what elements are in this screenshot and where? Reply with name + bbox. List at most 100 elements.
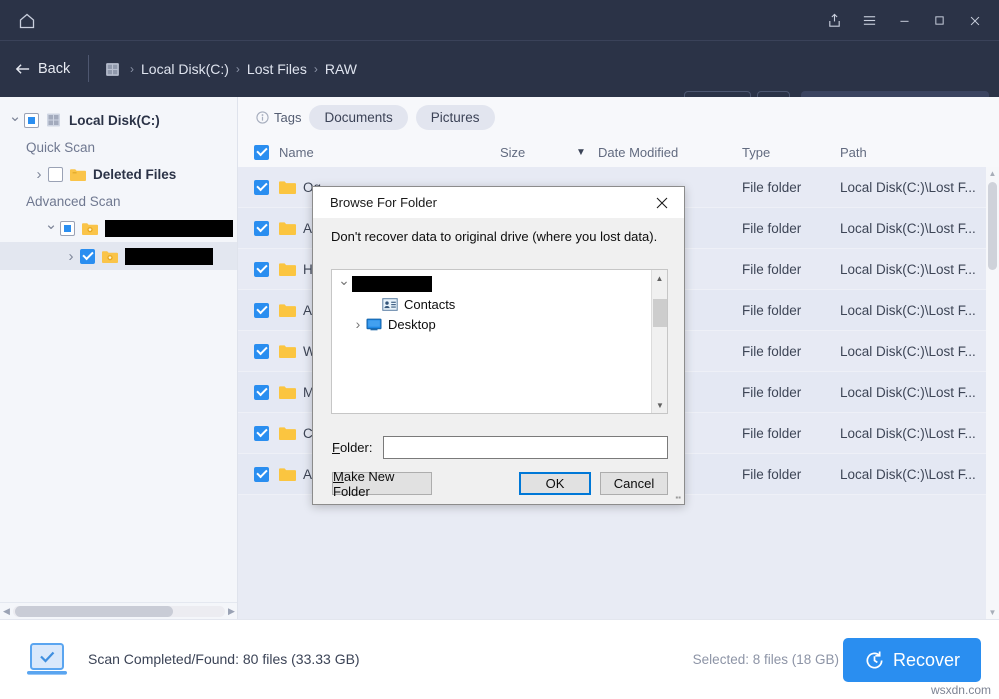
chevron-down-icon[interactable] bbox=[42, 219, 60, 237]
dialog-message: Don't recover data to original drive (wh… bbox=[331, 229, 658, 244]
folder-icon bbox=[279, 263, 296, 276]
drive-icon bbox=[47, 113, 60, 127]
maximize-icon[interactable] bbox=[923, 0, 956, 41]
chevron-right-icon[interactable] bbox=[30, 166, 48, 183]
chevron-down-icon[interactable] bbox=[336, 276, 352, 293]
breadcrumb-item-2[interactable]: RAW bbox=[325, 61, 357, 77]
chevron-right-icon[interactable] bbox=[62, 248, 80, 265]
folder-icon bbox=[279, 468, 296, 481]
row-checkbox[interactable] bbox=[254, 302, 269, 318]
dialog-title-bar: Browse For Folder bbox=[313, 187, 684, 218]
desktop-icon bbox=[366, 318, 382, 330]
sort-caret-icon[interactable]: ▼ bbox=[576, 137, 586, 167]
select-all-checkbox[interactable] bbox=[254, 144, 269, 160]
row-checkbox[interactable] bbox=[254, 179, 269, 195]
toolbar-divider bbox=[88, 55, 89, 82]
scrollbar-thumb[interactable] bbox=[15, 605, 173, 617]
sidebar-item-local-disk[interactable]: Local Disk(C:) bbox=[0, 106, 237, 134]
scroll-up-icon[interactable]: ▲ bbox=[986, 167, 999, 180]
column-header-name[interactable]: Name bbox=[254, 137, 314, 167]
breadcrumb-item-1[interactable]: Lost Files bbox=[247, 61, 307, 77]
redacted-label bbox=[352, 276, 432, 292]
scroll-right-icon[interactable]: ▶ bbox=[225, 606, 237, 617]
scroll-down-icon[interactable]: ▼ bbox=[986, 606, 999, 619]
row-checkbox[interactable] bbox=[254, 343, 269, 359]
row-checkbox[interactable] bbox=[254, 220, 269, 236]
cell-type: File folder bbox=[742, 220, 802, 236]
sidebar-item-redacted-parent[interactable] bbox=[0, 214, 237, 242]
dialog-resize-grip[interactable]: ▪▪ bbox=[675, 494, 681, 502]
dialog-tree-item-user[interactable] bbox=[332, 274, 652, 294]
dialog-tree-item-desktop[interactable]: Desktop bbox=[332, 314, 652, 334]
make-new-folder-button[interactable]: Make New Folder bbox=[332, 469, 432, 499]
share-icon[interactable] bbox=[818, 0, 851, 41]
restore-icon bbox=[866, 651, 883, 669]
cell-type: File folder bbox=[742, 343, 802, 359]
checkbox-deleted-files[interactable] bbox=[48, 166, 63, 182]
cell-path: Local Disk(C:)\Lost F... bbox=[840, 261, 976, 277]
cell-path: Local Disk(C:)\Lost F... bbox=[840, 220, 976, 236]
cell-path: Local Disk(C:)\Lost F... bbox=[840, 302, 976, 318]
column-header-type[interactable]: Type bbox=[742, 137, 770, 167]
scroll-left-icon[interactable]: ◀ bbox=[0, 606, 13, 617]
row-checkbox[interactable] bbox=[254, 425, 269, 441]
home-icon[interactable] bbox=[14, 8, 40, 34]
cell-path: Local Disk(C:)\Lost F... bbox=[840, 425, 976, 441]
dialog-tree-item-contacts[interactable]: Contacts bbox=[332, 294, 652, 314]
column-header-name-label: Name bbox=[279, 144, 314, 160]
cell-type: File folder bbox=[742, 425, 802, 441]
sidebar-horizontal-scrollbar[interactable]: ◀ ▶ bbox=[0, 602, 237, 619]
column-header-path[interactable]: Path bbox=[840, 137, 867, 167]
breadcrumb-item-0[interactable]: Local Disk(C:) bbox=[141, 61, 229, 77]
cell-path: Local Disk(C:)\Lost F... bbox=[840, 384, 976, 400]
tag-documents[interactable]: Documents bbox=[309, 104, 408, 130]
cell-path: Local Disk(C:)\Lost F... bbox=[840, 466, 976, 482]
cell-type: File folder bbox=[742, 466, 802, 482]
redacted-label bbox=[105, 219, 233, 237]
dialog-folder-input[interactable] bbox=[383, 436, 668, 459]
watermark: wsxdn.com bbox=[930, 683, 991, 697]
sidebar-item-redacted-child[interactable] bbox=[0, 242, 237, 270]
back-button[interactable]: Back bbox=[14, 55, 70, 83]
sidebar-item-label: Local Disk(C:) bbox=[69, 112, 160, 128]
cell-path: Local Disk(C:)\Lost F... bbox=[840, 343, 976, 359]
ok-button[interactable]: OK bbox=[519, 472, 591, 495]
row-checkbox[interactable] bbox=[254, 466, 269, 482]
checkbox-redacted-parent[interactable] bbox=[60, 220, 75, 236]
dialog-folder-tree[interactable]: Contacts Desktop ▲ ▼ bbox=[331, 269, 668, 414]
menu-icon[interactable] bbox=[853, 0, 886, 41]
contacts-icon bbox=[382, 297, 398, 311]
browse-for-folder-dialog: Browse For Folder Don't recover data to … bbox=[312, 186, 685, 505]
scrollbar-thumb[interactable] bbox=[988, 182, 997, 270]
dialog-close-icon[interactable] bbox=[640, 187, 684, 218]
status-bar: Scan Completed/Found: 80 files (33.33 GB… bbox=[0, 619, 999, 699]
row-checkbox[interactable] bbox=[254, 261, 269, 277]
row-checkbox[interactable] bbox=[254, 384, 269, 400]
scrollbar-thumb[interactable] bbox=[653, 299, 667, 327]
scrollbar-track[interactable] bbox=[13, 605, 225, 617]
dialog-title: Browse For Folder bbox=[330, 195, 437, 210]
column-header-date-modified[interactable]: Date Modified bbox=[598, 137, 678, 167]
folder-star-icon bbox=[102, 250, 118, 263]
scroll-down-icon[interactable]: ▼ bbox=[652, 397, 667, 413]
checkbox-redacted-child[interactable] bbox=[80, 248, 95, 264]
close-icon[interactable] bbox=[958, 0, 991, 41]
dialog-tree-scrollbar[interactable]: ▲ ▼ bbox=[651, 270, 667, 413]
tag-info-icon bbox=[256, 110, 269, 124]
scroll-up-icon[interactable]: ▲ bbox=[652, 270, 667, 286]
recover-label: Recover bbox=[892, 649, 961, 670]
recover-button[interactable]: Recover bbox=[843, 638, 981, 682]
toolbar: Back › Local Disk(C:) › Lost Files › RAW… bbox=[0, 41, 999, 124]
tag-pictures[interactable]: Pictures bbox=[415, 104, 495, 130]
chevron-right-icon[interactable] bbox=[350, 316, 366, 332]
cancel-button[interactable]: Cancel bbox=[600, 472, 668, 495]
scan-status-text: Scan Completed/Found: 80 files (33.33 GB… bbox=[88, 651, 360, 667]
column-header-size[interactable]: Size bbox=[500, 137, 525, 167]
list-vertical-scrollbar[interactable]: ▲ ▼ bbox=[986, 167, 999, 619]
minimize-icon[interactable] bbox=[888, 0, 921, 41]
folder-icon bbox=[70, 168, 86, 181]
sidebar-item-deleted-files[interactable]: Deleted Files bbox=[0, 160, 237, 188]
folder-star-icon bbox=[82, 222, 98, 235]
checkbox-local-disk[interactable] bbox=[24, 112, 39, 128]
chevron-down-icon[interactable] bbox=[6, 111, 24, 129]
